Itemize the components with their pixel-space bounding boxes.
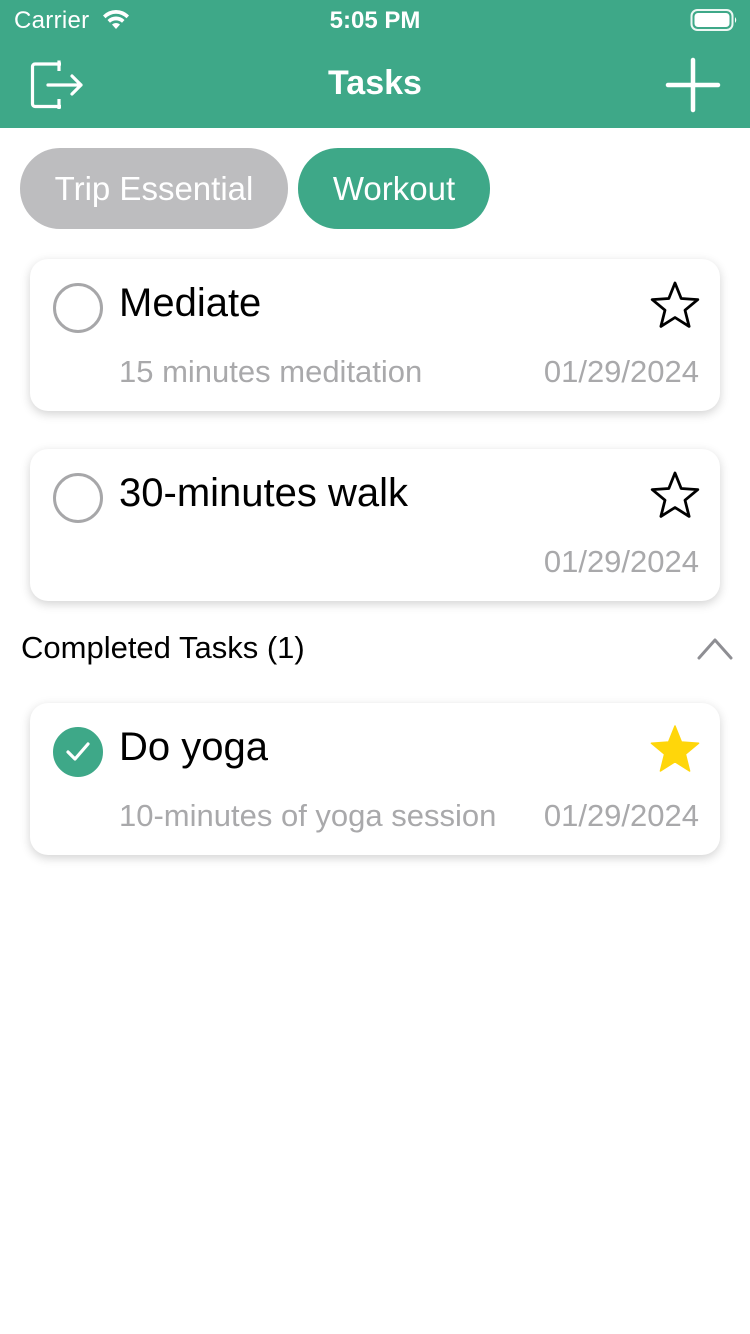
completed-task-card[interactable]: Do yoga 10-minutes of yoga session 01/29… [30,703,720,855]
star-icon[interactable] [648,469,702,523]
complete-checkbox[interactable] [53,283,103,333]
completed-section-title: Completed Tasks (1) [21,630,305,665]
page-title: Tasks [328,64,422,102]
chevron-up-icon[interactable] [696,634,734,662]
battery-icon [690,9,737,31]
chip-trip-essential[interactable]: Trip Essential [20,148,288,229]
complete-checkbox[interactable] [53,473,103,523]
star-icon[interactable] [648,279,702,333]
status-time: 5:05 PM [329,7,421,34]
task-description: 10-minutes of yoga session [119,798,497,833]
chip-workout[interactable]: Workout [298,148,490,229]
completed-section-header[interactable]: Completed Tasks (1) [0,620,750,678]
checkmark-icon [66,742,90,761]
task-title: Mediate [119,281,262,325]
task-date: 01/29/2024 [543,798,699,833]
plus-icon[interactable] [662,54,724,116]
task-card[interactable]: 30-minutes walk 01/29/2024 [30,449,720,601]
task-title: 30-minutes walk [119,471,409,515]
task-title: Do yoga [119,725,268,769]
completed-checkbox[interactable] [53,727,103,777]
navigation-bar: Tasks [0,40,750,128]
star-filled-icon[interactable] [648,723,702,777]
task-date: 01/29/2024 [543,354,699,389]
task-date: 01/29/2024 [543,544,699,579]
task-description: 15 minutes meditation [119,354,423,389]
status-bar: Carrier 5:05 PM [0,0,750,40]
task-card[interactable]: Mediate 15 minutes meditation 01/29/2024 [30,259,720,411]
app-header: Carrier 5:05 PM Tasks [0,0,750,128]
